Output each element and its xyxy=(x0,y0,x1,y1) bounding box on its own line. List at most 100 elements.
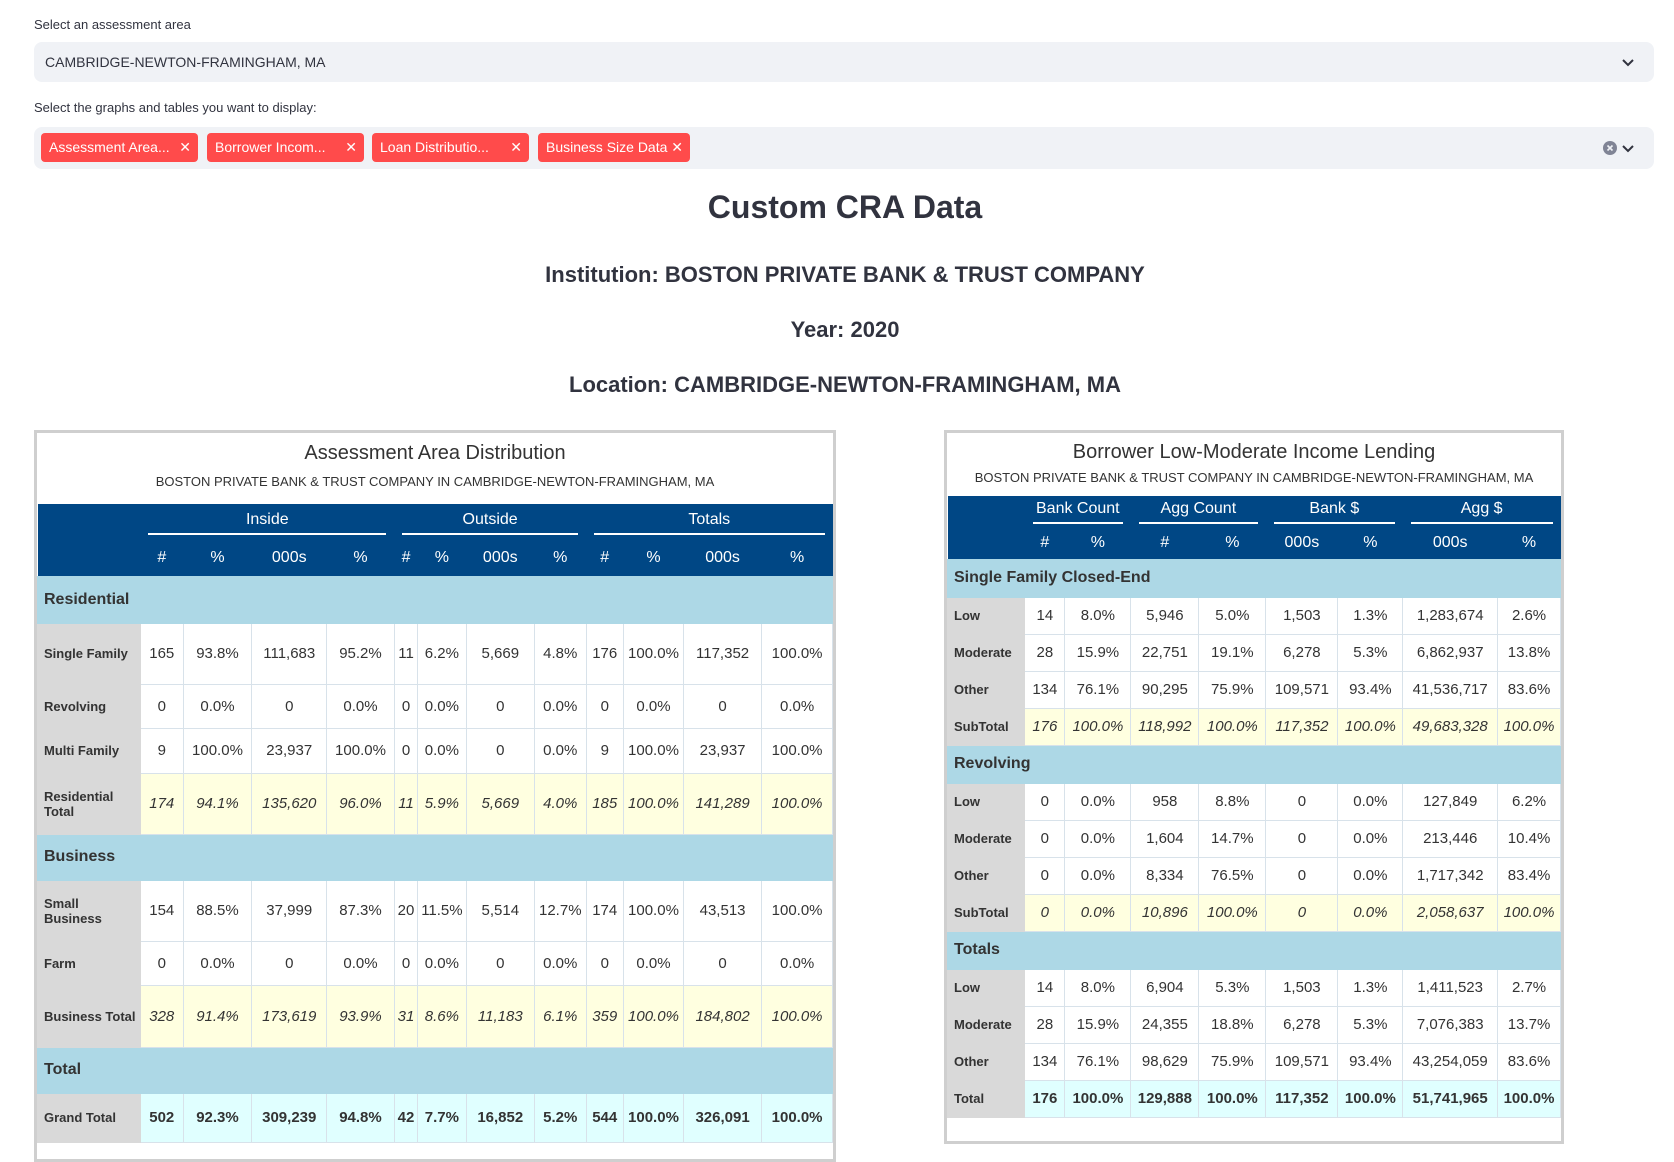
table-cell: 0 xyxy=(465,727,536,774)
column-header: % xyxy=(1337,528,1403,559)
table-cell: 19.1% xyxy=(1198,633,1267,672)
header-corner xyxy=(947,496,1025,528)
column-header: # xyxy=(586,541,624,576)
table-cell: 1,717,342 xyxy=(1402,856,1499,895)
table-cell: 0 xyxy=(1265,782,1339,821)
table-cell: 1,604 xyxy=(1130,819,1200,858)
table-cell: 100.0% xyxy=(622,727,684,774)
table-subtitle: BOSTON PRIVATE BANK & TRUST COMPANY in C… xyxy=(155,474,715,489)
section-label: Residential xyxy=(37,575,833,624)
group-header-label: Bank $ xyxy=(1273,500,1395,524)
table-row: Low 14 8.0% 5,946 5.0% 1,503 1.3% 1,283,674 2.6% xyxy=(946,596,1561,635)
column-header: 000s xyxy=(466,541,535,576)
column-header: 000s xyxy=(683,541,762,576)
table-cell: 154 xyxy=(139,879,184,942)
table-row: Moderate 28 15.9% 24,355 18.8% 6,278 5.3% 7,076… xyxy=(946,1005,1561,1044)
table-cell: 6.2% xyxy=(1497,782,1561,821)
table-cell: 0 xyxy=(393,683,419,729)
table-cell: 8.0% xyxy=(1064,968,1132,1007)
table-cell: 109,571 xyxy=(1265,1042,1339,1081)
section-label: Business xyxy=(37,833,833,881)
year-heading: Year: 2020 xyxy=(790,317,900,342)
tag-remove-icon[interactable]: ✕ xyxy=(345,133,357,162)
tag-borrower-income: Borrower Incom... ✕ xyxy=(207,133,364,162)
table-cell: 1.3% xyxy=(1337,596,1404,635)
table-cell: 135,620 xyxy=(251,772,328,835)
table-cell: 1.3% xyxy=(1337,968,1404,1007)
table-cell: 100.0% xyxy=(761,879,833,942)
table-cell: 92.3% xyxy=(182,1092,253,1143)
table-cell: 0.0% xyxy=(182,940,253,986)
table-cell: 10,896 xyxy=(1130,893,1200,932)
table-cell: 0 xyxy=(139,683,184,729)
graphs-select-label: Select the graphs and tables you want to… xyxy=(34,100,317,115)
row-label: Low xyxy=(946,596,1026,635)
table-cell: 100.0% xyxy=(1198,893,1267,932)
table-cell: 5.0% xyxy=(1198,596,1267,635)
tag-remove-icon[interactable]: ✕ xyxy=(179,133,191,162)
table-cell: 100.0% xyxy=(1064,1079,1132,1118)
tag-remove-icon[interactable]: ✕ xyxy=(671,133,683,162)
group-header: Inside xyxy=(140,504,395,541)
row-label: Business Total xyxy=(37,984,141,1048)
grand-total-row: Grand Total 502 92.3% 309,239 94.8% 42 7.7% 16,… xyxy=(37,1092,833,1143)
table-cell: 76.5% xyxy=(1198,856,1267,895)
table-cell: 0 xyxy=(139,940,184,986)
tag-label: Borrower Incom... xyxy=(215,139,326,155)
table-cell: 14.7% xyxy=(1198,819,1267,858)
table-cell: 0 xyxy=(465,940,536,986)
table-cell: 0.0% xyxy=(1064,893,1132,932)
table-cell: 100.0% xyxy=(1064,707,1132,746)
table-cell: 6.1% xyxy=(534,984,587,1048)
table-cell: 11 xyxy=(393,772,419,835)
table-cell: 100.0% xyxy=(1497,893,1561,932)
group-header-label: Agg $ xyxy=(1410,500,1553,524)
table-cell: 16,852 xyxy=(465,1092,536,1143)
table-cell: 31 xyxy=(393,984,419,1048)
table-cell: 5.3% xyxy=(1198,968,1267,1007)
table-cell: 94.1% xyxy=(182,772,253,835)
group-header-label: Totals xyxy=(594,511,825,535)
table-cell: 118,992 xyxy=(1130,707,1200,746)
chevron-down-icon[interactable] xyxy=(1620,140,1636,156)
table-cell: 5.3% xyxy=(1337,1005,1404,1044)
table-cell: 2.7% xyxy=(1497,968,1561,1007)
group-header-label: Bank Count xyxy=(1032,500,1123,524)
column-header-row: #% #% 000s% 000s% xyxy=(947,528,1561,559)
table-cell: 5.3% xyxy=(1337,633,1404,672)
table-cell: 111,683 xyxy=(251,622,328,685)
section-row: Total xyxy=(37,1046,833,1094)
table-cell: 11.5% xyxy=(417,879,467,942)
section-label: Total xyxy=(37,1046,833,1094)
table-cell: 117,352 xyxy=(682,622,763,685)
column-header: 000s xyxy=(251,541,327,576)
table-cell: 9 xyxy=(585,727,624,774)
table-cell: 0 xyxy=(465,683,536,729)
graphs-multiselect[interactable]: Assessment Area... ✕ Borrower Incom... ✕ L… xyxy=(34,127,1654,169)
tag-remove-icon[interactable]: ✕ xyxy=(510,133,522,162)
institution-heading: Institution: BOSTON PRIVATE BANK & TRUST… xyxy=(545,262,1145,287)
table-cell: 100.0% xyxy=(761,1092,833,1143)
table-cell: 93.9% xyxy=(326,984,395,1048)
table-cell: 0.0% xyxy=(182,683,253,729)
table-cell: 93.4% xyxy=(1337,1042,1404,1081)
column-header: # xyxy=(1130,528,1199,559)
chevron-down-icon[interactable] xyxy=(1620,54,1636,70)
group-header: Agg $ xyxy=(1402,496,1561,528)
table-cell: 6,278 xyxy=(1265,1005,1339,1044)
table-cell: 7,076,383 xyxy=(1402,1005,1499,1044)
table-cell: 100.0% xyxy=(761,772,833,835)
clear-all-icon[interactable] xyxy=(1602,140,1618,156)
row-label: Single Family xyxy=(37,622,141,685)
group-header: Bank Count xyxy=(1024,496,1131,528)
table-cell: 0.0% xyxy=(534,727,587,774)
assessment-area-select[interactable]: CAMBRIDGE-NEWTON-FRAMINGHAM, MA xyxy=(34,42,1654,82)
tag-loan-distribution: Loan Distributio... ✕ xyxy=(372,133,529,162)
row-label: Low xyxy=(946,968,1026,1007)
table-cell: 309,239 xyxy=(251,1092,328,1143)
table-cell: 100.0% xyxy=(1198,1079,1267,1118)
table-cell: 14 xyxy=(1024,968,1066,1007)
table-cell: 5.2% xyxy=(534,1092,587,1143)
table-cell: 87.3% xyxy=(326,879,395,942)
table-cell: 20 xyxy=(393,879,419,942)
